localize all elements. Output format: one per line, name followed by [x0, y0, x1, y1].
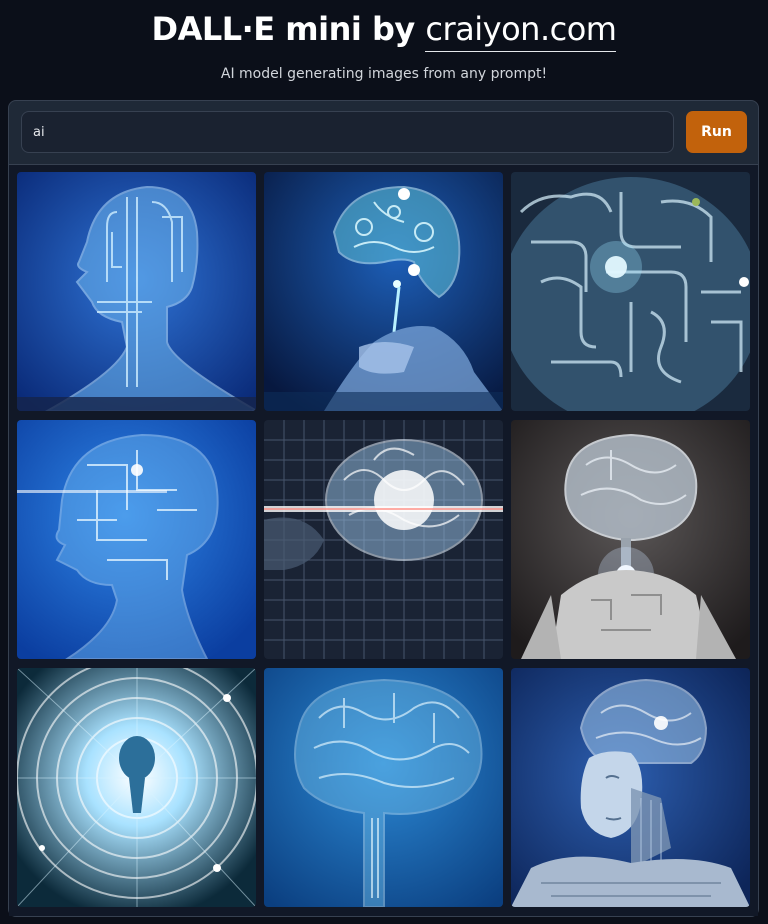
image-gallery [9, 164, 758, 916]
glass-brain-image [264, 668, 503, 907]
craiyon-link[interactable]: craiyon.com [425, 10, 617, 52]
gallery-image-1[interactable] [17, 172, 256, 411]
page-title: DALL·E mini by craiyon.com [0, 10, 768, 52]
gallery-image-3[interactable] [511, 172, 750, 411]
gallery-image-4[interactable] [17, 420, 256, 659]
gallery-image-2[interactable] [264, 172, 503, 411]
brain-in-hand-image [264, 172, 503, 411]
gallery-image-9[interactable] [511, 668, 750, 907]
gallery-image-7[interactable] [17, 668, 256, 907]
prompt-input[interactable] [21, 111, 674, 153]
gallery-image-5[interactable] [264, 420, 503, 659]
gallery-image-6[interactable] [511, 420, 750, 659]
android-face-image [511, 668, 750, 907]
circuit-brain-closeup-image [511, 172, 750, 411]
circuit-head-beam-image [17, 420, 256, 659]
brain-grid-image [264, 420, 503, 659]
gallery-image-8[interactable] [264, 668, 503, 907]
robot-brain-image [511, 420, 750, 659]
title-prefix: DALL·E mini by [151, 10, 426, 48]
page-subtitle: AI model generating images from any prom… [220, 66, 548, 82]
ai-head-profile-image [17, 172, 256, 411]
run-button[interactable]: Run [686, 111, 747, 153]
light-tunnel-head-image [17, 668, 256, 907]
